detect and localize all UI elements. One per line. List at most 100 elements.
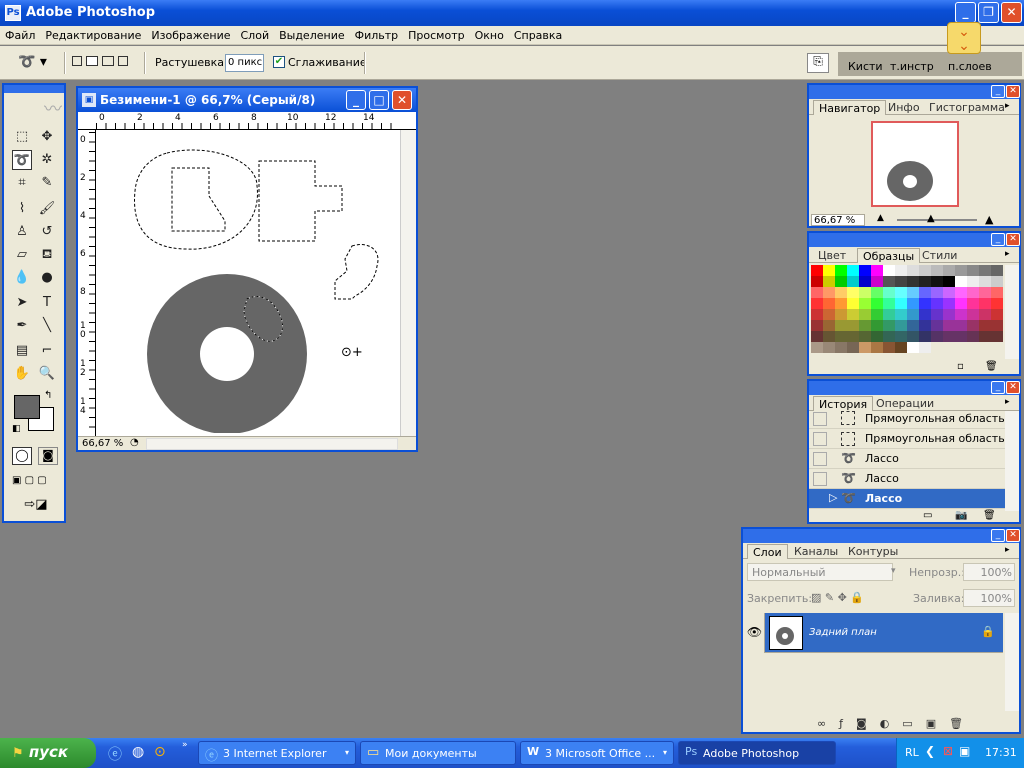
color-swatch[interactable] [835,320,847,331]
opacity-input[interactable]: 100% [963,563,1015,581]
jump-to-imageready-icon[interactable]: ⇨◪ [14,497,58,515]
color-swatch[interactable] [907,287,919,298]
color-swatch[interactable] [931,298,943,309]
swap-colors-icon[interactable]: ↰ [44,390,52,401]
color-swatch[interactable] [871,276,883,287]
file-browser-icon[interactable]: ⎘ [807,53,829,73]
color-swatch[interactable] [895,320,907,331]
color-swatch[interactable] [835,276,847,287]
color-swatch[interactable] [907,298,919,309]
color-swatch[interactable] [919,287,931,298]
color-swatch[interactable] [847,309,859,320]
tab-info[interactable]: Инфо [883,100,925,115]
color-swatch[interactable] [967,342,979,353]
color-swatch[interactable] [931,342,943,353]
color-swatch[interactable] [979,265,991,276]
marquee-tool-icon[interactable]: ⬚ [12,127,32,147]
eyedropper-tool-icon[interactable]: ⌐ [37,341,57,361]
color-swatch[interactable] [991,287,1003,298]
color-swatch[interactable] [919,331,931,342]
history-item[interactable]: Прямоугольная область [809,429,1005,449]
color-swatch[interactable] [811,309,823,320]
color-swatch[interactable] [931,287,943,298]
color-swatch[interactable] [931,309,943,320]
color-swatch[interactable] [895,309,907,320]
taskbar-ie[interactable]: ⓔ 3 Internet Explorer ▾ [198,741,356,765]
color-swatch[interactable] [991,276,1003,287]
color-swatch[interactable] [859,342,871,353]
panel-menu-icon[interactable]: ▸ [1005,545,1010,555]
color-swatch[interactable] [823,265,835,276]
tab-actions[interactable]: Операции [871,396,939,411]
color-swatch[interactable] [883,342,895,353]
color-swatch[interactable] [895,265,907,276]
color-swatch[interactable] [811,342,823,353]
color-swatch[interactable] [967,331,979,342]
color-swatch[interactable] [943,287,955,298]
color-swatch[interactable] [883,309,895,320]
color-swatch[interactable] [919,309,931,320]
color-swatch[interactable] [883,331,895,342]
swatches-scrollbar[interactable] [1005,265,1019,359]
color-swatch[interactable] [835,298,847,309]
menu-file[interactable]: Файл [0,26,40,42]
brush-tool-icon[interactable]: 🖌 [37,199,57,219]
tab-layers[interactable]: Слои [747,544,788,559]
color-swatch[interactable] [919,276,931,287]
tray-network-icon[interactable]: ▣ [959,744,970,758]
color-swatch[interactable] [835,342,847,353]
color-swatch[interactable] [823,309,835,320]
color-swatch[interactable] [991,320,1003,331]
navigator-preview[interactable] [871,121,959,207]
tab-swatches[interactable]: Образцы [857,248,921,263]
color-swatch[interactable] [871,265,883,276]
layer-name[interactable]: Задний план [809,627,877,638]
color-swatch[interactable] [871,320,883,331]
color-swatch[interactable] [847,287,859,298]
lock-icons[interactable]: ▨ ✎ ✥ 🔒 [811,591,864,604]
history-brush-tool-icon[interactable]: ↺ [37,222,57,242]
color-swatch[interactable] [859,320,871,331]
color-swatch[interactable] [883,298,895,309]
tab-histogram[interactable]: Гистограмма [924,100,1010,115]
color-swatch[interactable] [979,276,991,287]
quickmask-mode-button[interactable]: ◙ [38,447,58,465]
color-swatch[interactable] [967,320,979,331]
color-swatch[interactable] [907,342,919,353]
swatch-grid[interactable] [811,265,1005,359]
menu-layer[interactable]: Слой [236,26,275,42]
doc-close-button[interactable]: ✕ [392,90,412,110]
selection-mode-buttons[interactable] [72,56,136,70]
color-swatch[interactable] [943,265,955,276]
panel-menu-icon[interactable]: ▸ [1005,249,1010,259]
move-tool-icon[interactable]: ✥ [37,127,57,147]
color-swatch[interactable] [907,309,919,320]
color-swatch[interactable] [955,276,967,287]
color-swatch[interactable] [883,276,895,287]
default-colors-icon[interactable]: ◧ [12,424,21,434]
menu-help[interactable]: Справка [509,26,567,42]
color-swatch[interactable] [847,265,859,276]
notes-tool-icon[interactable]: ▤ [12,341,32,361]
color-swatch[interactable] [835,309,847,320]
language-indicator[interactable]: RL [905,746,919,759]
ie-quicklaunch-icon[interactable]: ⓔ [108,744,122,764]
color-swatch[interactable] [883,320,895,331]
history-minimize-button[interactable]: _ [991,381,1005,394]
horizontal-scrollbar[interactable] [146,438,398,450]
color-swatch[interactable] [871,309,883,320]
foreground-color[interactable] [14,395,40,419]
color-swatch[interactable] [955,331,967,342]
crop-tool-icon[interactable]: ⌗ [12,173,32,193]
hand-tool-icon[interactable]: ✋ [12,364,32,384]
color-swatch[interactable] [811,320,823,331]
color-swatch[interactable] [931,265,943,276]
history-item-active[interactable]: ▷ ➰ Лассо [809,489,1005,509]
menu-image[interactable]: Изображение [146,26,235,42]
color-swatch[interactable] [895,331,907,342]
color-swatch[interactable] [835,265,847,276]
menu-select[interactable]: Выделение [274,26,350,42]
color-swatch[interactable] [955,287,967,298]
color-swatch[interactable] [871,342,883,353]
color-swatch[interactable] [967,265,979,276]
